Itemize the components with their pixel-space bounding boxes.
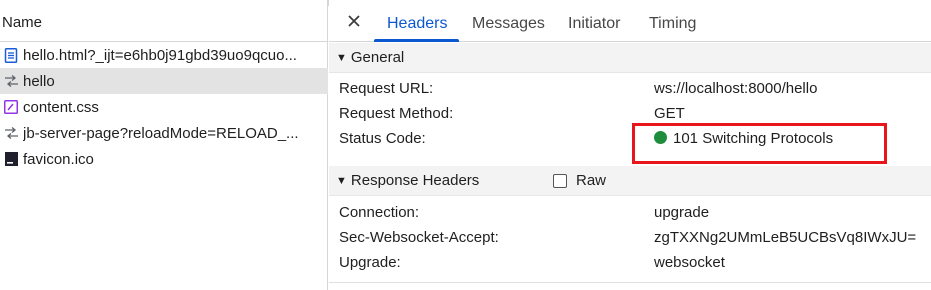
- request-row-favicon[interactable]: favicon.ico: [0, 146, 328, 172]
- header-value[interactable]: ws://localhost:8000/hello: [654, 80, 817, 97]
- header-key: Sec-Websocket-Accept:: [339, 229, 499, 246]
- close-icon: [347, 14, 361, 32]
- header-key: Request Method:: [339, 105, 454, 122]
- raw-toggle[interactable]: Raw: [553, 172, 606, 189]
- request-name: hello: [23, 72, 55, 90]
- general-section-title: General: [350, 49, 405, 66]
- expand-triangle-icon: ▼: [336, 51, 347, 64]
- response-headers-section-header[interactable]: ▼ Response Headers: [329, 166, 931, 196]
- header-value[interactable]: upgrade: [654, 204, 709, 221]
- request-row-content-css[interactable]: content.css: [0, 94, 328, 120]
- header-key: Upgrade:: [339, 254, 401, 271]
- favicon-icon: [3, 151, 19, 167]
- tab-messages[interactable]: Messages: [472, 15, 545, 33]
- raw-checkbox[interactable]: [553, 173, 567, 188]
- stylesheet-icon: [3, 99, 19, 115]
- header-key: Status Code:: [339, 130, 426, 147]
- tab-headers[interactable]: Headers: [387, 15, 447, 33]
- request-details-pane: Headers Messages Initiator Timing ▼ Gene…: [329, 0, 931, 290]
- request-row-jb-server-page[interactable]: jb-server-page?reloadMode=RELOAD_...: [0, 120, 328, 146]
- response-row-connection: Connection: upgrade: [339, 202, 931, 226]
- header-value[interactable]: websocket: [654, 254, 725, 271]
- tab-timing[interactable]: Timing: [649, 15, 696, 33]
- name-column-header[interactable]: Name: [0, 0, 328, 42]
- header-value[interactable]: zgTXXNg2UMmLeB5UCBsVq8IWxJU=: [654, 229, 916, 246]
- header-key: Connection:: [339, 204, 420, 221]
- bottom-divider: [329, 282, 931, 283]
- general-row-request-url: Request URL: ws://localhost:8000/hello: [339, 78, 931, 102]
- raw-label: Raw: [576, 172, 607, 189]
- response-row-upgrade: Upgrade: websocket: [339, 252, 931, 276]
- active-tab-indicator: [374, 39, 459, 42]
- expand-triangle-icon: ▼: [336, 174, 347, 187]
- response-row-sec-websocket-accept: Sec-Websocket-Accept: zgTXXNg2UMmLeB5UCB…: [339, 227, 931, 251]
- request-row-hello-html[interactable]: hello.html?_ijt=e6hb0j91gbd39uo9qcuo...: [0, 42, 328, 68]
- details-tab-bar: Headers Messages Initiator Timing: [329, 6, 931, 42]
- status-code-highlight: [632, 123, 887, 164]
- general-section-header[interactable]: ▼ General: [329, 43, 931, 73]
- request-name: content.css: [23, 98, 99, 116]
- request-name: favicon.ico: [23, 150, 94, 168]
- request-rows: hello.html?_ijt=e6hb0j91gbd39uo9qcuo... …: [0, 42, 328, 172]
- request-name: hello.html?_ijt=e6hb0j91gbd39uo9qcuo...: [23, 46, 297, 64]
- document-icon: [3, 47, 19, 63]
- websocket-icon: [3, 73, 19, 89]
- close-details-button[interactable]: [343, 12, 365, 34]
- tab-initiator[interactable]: Initiator: [568, 15, 620, 33]
- response-headers-section-title: Response Headers: [350, 172, 480, 189]
- header-value[interactable]: GET: [654, 105, 685, 122]
- network-request-list: Name hello.html?_ijt=e6hb0j91gbd39uo9qcu…: [0, 0, 328, 290]
- websocket-icon: [3, 125, 19, 141]
- name-column-label: Name: [2, 14, 43, 31]
- request-row-hello[interactable]: hello: [0, 68, 328, 94]
- header-key: Request URL:: [339, 80, 434, 97]
- request-name: jb-server-page?reloadMode=RELOAD_...: [23, 124, 299, 142]
